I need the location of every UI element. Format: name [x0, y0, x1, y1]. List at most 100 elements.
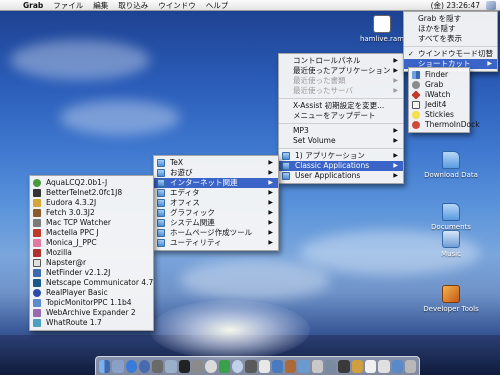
menu-item-xassist-prefs[interactable]: X-Assist 初期設定を変更...	[279, 101, 403, 111]
app-dock-icon[interactable]	[391, 359, 403, 373]
menu-item-app[interactable]: Monica_J_PPC	[30, 238, 153, 248]
app-dock-icon[interactable]	[298, 359, 310, 373]
desktop-icon-music[interactable]: Music	[416, 230, 486, 258]
quicktime-dock-icon[interactable]	[138, 359, 151, 373]
menubar-file[interactable]: ファイル	[48, 0, 88, 11]
menu-item-applications[interactable]: 1) アプリケーション ▶	[279, 151, 403, 161]
menu-item-app[interactable]: TopicMonitorPPC 1.1b4	[30, 298, 153, 308]
app-dock-icon[interactable]	[285, 359, 297, 373]
menu-item-utilities[interactable]: ユーティリティ ▶	[154, 238, 278, 248]
menu-item-recent-servers[interactable]: 最近使ったサーバ ▶	[279, 86, 403, 96]
shortcut-menu: Finder Grab iWatch Jedit4 Stickies Therm…	[408, 67, 480, 133]
finder-dock-icon[interactable]	[99, 359, 111, 373]
green-app-dock-icon[interactable]	[218, 359, 230, 373]
menu-item-office[interactable]: オフィス ▶	[154, 198, 278, 208]
menu-item-user-applications[interactable]: User Applications ▶	[279, 171, 403, 181]
menu-item-app[interactable]: Mozilla	[30, 248, 153, 258]
folder-icon	[282, 172, 290, 180]
submenu-arrow-icon: ▶	[268, 169, 273, 176]
document-dock-icon[interactable]	[364, 359, 377, 373]
menu-item-show-all[interactable]: すべてを表示	[404, 34, 497, 44]
network-dock-icon[interactable]	[271, 359, 284, 373]
menu-item-app[interactable]: BetterTelnet2.0fc1J8	[30, 188, 153, 198]
image-capture-dock-icon[interactable]	[245, 359, 257, 373]
menu-item-app[interactable]: Napster@r	[30, 258, 153, 268]
menubar-help[interactable]: ヘルプ	[201, 0, 234, 11]
menu-item-finder[interactable]: Finder	[409, 70, 469, 80]
menu-item-app[interactable]: WebArchive Expander 2	[30, 308, 153, 318]
menu-separator	[279, 98, 403, 99]
menu-item-app[interactable]: AquaLCQ2.0b1-J	[30, 178, 153, 188]
menu-item-mp3[interactable]: MP3 ▶	[279, 126, 403, 136]
menubar-capture[interactable]: 取り込み	[113, 0, 153, 11]
menubar-app-grab[interactable]: Grab	[18, 0, 48, 11]
folder-icon	[442, 203, 460, 221]
desktop-icon-developer-tools[interactable]: Developer Tools	[416, 285, 486, 313]
editor-dock-icon[interactable]	[258, 359, 270, 373]
clock-dock-icon[interactable]	[205, 359, 217, 373]
menu-item-window-mode[interactable]: ✓ ウインドウモード切替	[404, 49, 497, 59]
folder-icon	[157, 169, 165, 177]
netfinder-icon	[33, 269, 41, 277]
menubar-edit[interactable]: 編集	[88, 0, 113, 11]
calculator-dock-icon[interactable]	[152, 359, 164, 373]
cloud	[60, 100, 180, 135]
menu-item-app[interactable]: Fetch 3.0.3J2	[30, 208, 153, 218]
menu-item-internet[interactable]: インターネット関連 ▶	[154, 178, 278, 188]
submenu-arrow-icon: ▶	[268, 179, 273, 186]
menu-item-games[interactable]: お遊び ▶	[154, 168, 278, 178]
menu-item-recent-apps[interactable]: 最近使ったアプリケーション ▶	[279, 66, 403, 76]
webarchive-icon	[33, 309, 41, 317]
thermometer-icon	[412, 121, 420, 129]
mactella-icon	[33, 229, 41, 237]
sherlock-dock-icon[interactable]	[165, 359, 177, 373]
app-dock-icon[interactable]	[338, 359, 350, 373]
menu-item-stickies[interactable]: Stickies	[409, 110, 469, 120]
desktop-icon-documents[interactable]: Documents	[416, 203, 486, 231]
menu-item-update-menu[interactable]: メニューをアップデート	[279, 111, 403, 121]
app-dock-icon[interactable]	[325, 359, 337, 373]
menu-item-jedit4[interactable]: Jedit4	[409, 100, 469, 110]
menu-item-editors[interactable]: エディタ ▶	[154, 188, 278, 198]
application-switcher-icon[interactable]	[486, 1, 496, 10]
document-dock-icon[interactable]	[378, 359, 390, 373]
sun-glow	[150, 300, 310, 360]
menu-item-system[interactable]: システム関連 ▶	[154, 218, 278, 228]
menu-item-homepage-tools[interactable]: ホームページ作成ツール ▶	[154, 228, 278, 238]
menu-item-app[interactable]: Mac TCP Watcher	[30, 218, 153, 228]
menu-item-app[interactable]: Eudora 4.3.2J	[30, 198, 153, 208]
apple-menu: コントロールパネル ▶ 最近使ったアプリケーション ▶ 最近使った書類 ▶ 最近使った…	[278, 53, 404, 184]
menu-item-grab[interactable]: Grab	[409, 80, 469, 90]
menu-item-app[interactable]: Netscape Communicator 4.7	[30, 278, 153, 288]
itunes-dock-icon[interactable]	[231, 359, 244, 373]
menu-item-hide-others[interactable]: ほかを隠す	[404, 24, 497, 34]
menu-item-recent-docs[interactable]: 最近使った書類 ▶	[279, 76, 403, 86]
menu-item-app[interactable]: NetFinder v2.1.2J	[30, 268, 153, 278]
app-dock-icon[interactable]	[311, 359, 324, 373]
app-dock-icon[interactable]	[351, 359, 363, 373]
menu-item-set-volume[interactable]: Set Volume ▶	[279, 136, 403, 146]
menu-item-graphics[interactable]: グラフィック ▶	[154, 208, 278, 218]
system-preferences-dock-icon[interactable]	[192, 359, 204, 373]
menu-item-control-panel[interactable]: コントロールパネル ▶	[279, 56, 403, 66]
internet-applications-menu: AquaLCQ2.0b1-J BetterTelnet2.0fc1J8 Eudo…	[29, 175, 154, 331]
menubar-window[interactable]: ウインドウ	[153, 0, 201, 11]
menu-item-classic-applications[interactable]: Classic Applications ▶	[279, 161, 403, 171]
napster-icon	[33, 259, 41, 267]
menu-bar: Grab ファイル 編集 取り込み ウインドウ ヘルプ (金) 23:26:47	[0, 0, 500, 11]
menu-item-app[interactable]: RealPlayer Basic	[30, 288, 153, 298]
internet-explorer-dock-icon[interactable]	[125, 359, 137, 373]
mail-dock-icon[interactable]	[112, 359, 124, 373]
menu-item-tex[interactable]: TeX ▶	[154, 158, 278, 168]
apple-menu-icon[interactable]	[4, 1, 14, 10]
menu-item-app[interactable]: WhatRoute 1.7	[30, 318, 153, 328]
desktop-icon-download-data[interactable]: Download Data	[416, 151, 486, 179]
menu-item-thermoindock[interactable]: ThermoInDock	[409, 120, 480, 130]
trash-dock-icon[interactable]	[404, 359, 417, 373]
menu-item-hide-grab[interactable]: Grab を隠す	[404, 14, 497, 24]
terminal-dock-icon[interactable]	[178, 359, 191, 373]
menubar-clock[interactable]: (金) 23:26:47	[428, 0, 483, 11]
submenu-arrow-icon: ▶	[393, 127, 398, 134]
menu-item-iwatch[interactable]: iWatch	[409, 90, 469, 100]
menu-item-app[interactable]: Mactella PPC J	[30, 228, 153, 238]
